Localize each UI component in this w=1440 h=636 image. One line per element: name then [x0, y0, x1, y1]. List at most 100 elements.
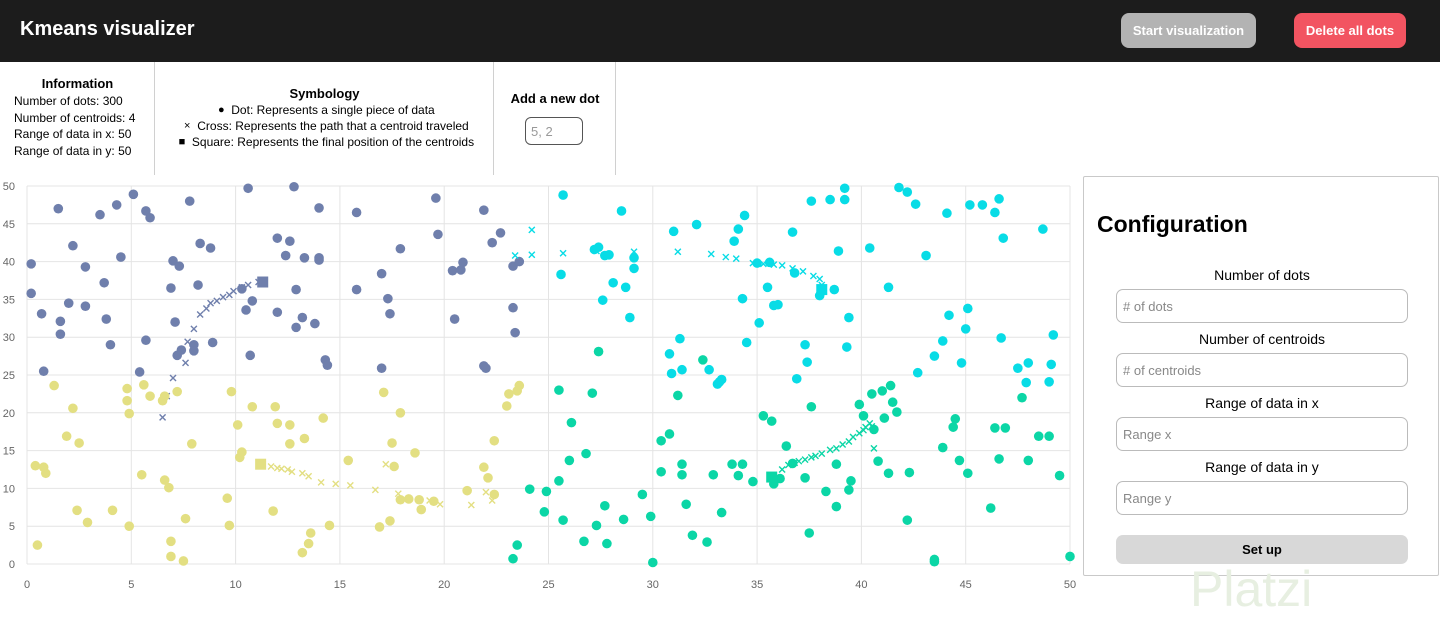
centroid-square	[816, 284, 828, 296]
data-dot	[839, 194, 850, 205]
symbology-title: Symbology	[289, 86, 360, 101]
data-dot	[395, 408, 406, 418]
y-tick-label: 50	[3, 181, 15, 193]
data-dot	[122, 383, 132, 394]
data-dot	[297, 547, 308, 558]
information-title: Information	[41, 76, 114, 91]
data-dot	[554, 476, 564, 486]
data-dot	[616, 206, 627, 216]
data-dot	[737, 459, 748, 470]
add-dot-input[interactable]	[525, 117, 583, 145]
centroid-path-cross	[467, 501, 475, 509]
data-dot	[272, 233, 283, 243]
data-dot	[620, 282, 631, 293]
square-icon: ■	[178, 136, 186, 148]
dot-icon: ●	[217, 104, 225, 116]
centroid-path-cross	[277, 465, 285, 473]
x-tick-label: 35	[751, 579, 763, 591]
data-dot	[80, 301, 91, 312]
data-dot	[673, 390, 683, 401]
data-dot	[174, 261, 185, 271]
data-dot	[841, 342, 852, 352]
data-dot	[748, 476, 758, 487]
data-dot	[883, 282, 894, 293]
data-dot	[68, 403, 78, 414]
data-dot	[376, 363, 387, 373]
x-tick-label: 15	[334, 579, 346, 591]
data-dot	[831, 501, 842, 512]
data-dot	[629, 263, 639, 274]
scatter-chart-svg[interactable]: 0 5 10 15 20 25 30 35 40 45 50 0 5 10 15 20 25 30 35 40 45 50	[0, 175, 1080, 631]
data-dot	[172, 386, 182, 397]
centroid-path-cross	[732, 255, 740, 263]
x-tick-label: 10	[229, 579, 241, 591]
data-dot	[40, 468, 51, 479]
y-tick-label: 10	[3, 483, 15, 495]
data-dot	[501, 401, 512, 411]
data-dot	[205, 243, 216, 253]
centroid-path-cross	[436, 500, 444, 508]
data-dot	[178, 556, 189, 566]
centroid-path-cross	[482, 488, 490, 496]
data-dot	[962, 303, 973, 314]
data-dot	[105, 339, 116, 350]
symbology-dot-text: Dot: Represents a single piece of data	[231, 103, 435, 117]
data-dot	[781, 441, 792, 451]
data-dot	[854, 399, 865, 410]
centroid-path-cross	[778, 261, 786, 269]
data-dot	[524, 484, 535, 494]
start-visualization-button[interactable]: Start visualization	[1121, 13, 1256, 48]
scatter-chart[interactable]: 0 5 10 15 20 25 30 35 40 45 50 0 5 10 15 20 25 30 35 40 45 50	[0, 175, 1080, 631]
data-dot	[844, 485, 854, 495]
info-range-y: Range of data in y: 50	[14, 143, 132, 158]
range-x-input[interactable]	[1116, 417, 1408, 451]
data-dot	[741, 337, 752, 348]
delete-all-dots-button[interactable]: Delete all dots	[1294, 13, 1406, 48]
data-dot	[608, 277, 618, 288]
data-dot	[166, 283, 176, 293]
data-dot	[124, 408, 135, 419]
data-dot	[806, 196, 817, 206]
data-dot	[954, 455, 965, 466]
top-bar: Kmeans visualizer Start visualization De…	[0, 0, 1440, 62]
data-dot	[512, 540, 523, 550]
data-dot	[305, 528, 316, 538]
data-dot	[937, 336, 948, 346]
x-tick-label: 45	[960, 579, 972, 591]
data-dot	[885, 380, 896, 391]
number-of-dots-input[interactable]	[1116, 289, 1408, 323]
data-dot	[716, 374, 727, 385]
data-dot	[858, 411, 869, 421]
data-dot	[994, 194, 1004, 204]
data-dot	[136, 469, 147, 480]
centroid-path-cross	[182, 359, 190, 367]
data-dot	[449, 314, 460, 324]
data-dot	[677, 469, 687, 480]
data-dot	[314, 203, 324, 213]
data-dot	[222, 493, 233, 504]
number-of-centroids-input[interactable]	[1116, 353, 1408, 387]
y-tick-label: 20	[3, 408, 15, 420]
data-dot	[1044, 377, 1054, 387]
data-dot	[600, 500, 610, 511]
data-dot	[733, 224, 744, 234]
data-dot	[272, 307, 283, 318]
x-tick-label: 20	[438, 579, 450, 591]
data-dot	[431, 193, 441, 203]
data-dot	[410, 448, 420, 458]
centroid-path-cross	[818, 450, 826, 458]
centroid-path-cross	[213, 297, 221, 305]
data-dot	[289, 181, 299, 192]
data-dot	[829, 284, 840, 295]
range-y-input[interactable]	[1116, 481, 1408, 515]
platzi-watermark: Platzi	[1190, 561, 1313, 617]
centroid-square	[257, 276, 269, 288]
info-number-of-dots: Number of dots: 300	[14, 94, 123, 108]
data-dot	[558, 515, 568, 525]
centroid-path-cross	[207, 299, 215, 307]
data-dot	[124, 521, 135, 531]
data-dot	[681, 499, 691, 510]
centroid-path-cross	[511, 252, 519, 260]
centroid-path-cross	[839, 441, 847, 449]
data-dot	[541, 486, 552, 497]
